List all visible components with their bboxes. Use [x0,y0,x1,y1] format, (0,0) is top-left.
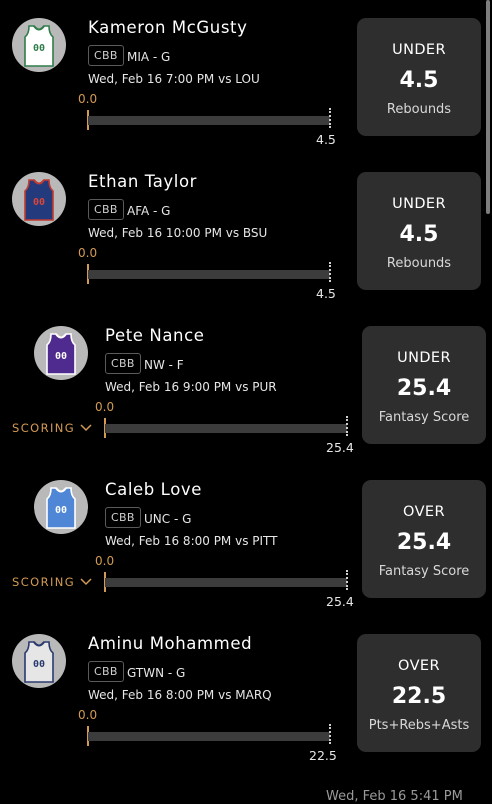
pick-line: 4.5 [399,68,439,93]
league-badge: CBB [105,353,141,374]
player-name: Pete Nance [105,326,205,345]
game-time: Wed, Feb 16 8:00 PM vs MARQ [88,688,272,702]
game-time: Wed, Feb 16 8:00 PM vs PITT [105,534,278,548]
pick-direction: UNDER [397,350,451,366]
player-name: Kameron McGusty [88,18,248,37]
team-position: NW - F [144,358,184,372]
progress-end-value: 22.5 [309,748,337,763]
svg-text:00: 00 [55,505,67,516]
progress-track [105,578,347,587]
player-avatar: 00 [12,18,66,72]
team-position: GTWN - G [127,666,186,680]
progress-line-marker [329,262,331,282]
league-badge: CBB [88,199,124,220]
pick-row[interactable]: 00 Caleb Love CBB UNC - G Wed, Feb 16 8:… [0,462,492,616]
scoring-label: SCORING [12,575,76,589]
progress-line-marker [329,724,331,744]
pick-direction: UNDER [392,196,446,212]
progress-track [105,424,347,433]
progress-line-marker [346,570,348,590]
league-badge: CBB [105,507,141,528]
progress-end-value: 4.5 [316,286,336,301]
player-name: Ethan Taylor [88,172,198,191]
pick-card[interactable]: UNDER 4.5 Rebounds [357,172,481,290]
chevron-down-icon [80,578,92,586]
progress-start-value: 0.0 [78,246,98,260]
player-avatar: 00 [12,634,66,688]
progress-track [88,116,330,125]
player-name: Aminu Mohammed [88,634,253,653]
player-avatar: 00 [34,480,88,534]
progress-end-value: 4.5 [316,132,336,147]
progress-line-marker [346,416,348,436]
progress-end-value: 25.4 [326,440,354,455]
svg-text:00: 00 [55,351,67,362]
team-position: AFA - G [127,204,171,218]
pick-row[interactable]: 00 Pete Nance CBB NW - F Wed, Feb 16 9:0… [0,308,492,462]
scrollbar[interactable] [486,0,490,214]
pick-row[interactable]: 00 Ethan Taylor CBB AFA - G Wed, Feb 16 … [0,154,492,308]
svg-text:00: 00 [33,659,45,670]
player-avatar: 00 [12,172,66,226]
pick-line: 25.4 [396,376,452,401]
pick-stat: Fantasy Score [378,410,470,425]
progress-end-value: 25.4 [326,594,354,609]
pick-row[interactable]: 00 Kameron McGusty CBB MIA - G Wed, Feb … [0,0,492,154]
progress-track [88,732,330,741]
game-time: Wed, Feb 16 7:00 PM vs LOU [88,72,260,86]
timestamp: Wed, Feb 16 5:41 PM [326,789,463,804]
player-avatar: 00 [34,326,88,380]
scoring-dropdown[interactable]: SCORING [12,575,92,589]
progress-start-value: 0.0 [95,554,115,568]
progress-start-value: 0.0 [78,708,98,722]
scoring-dropdown[interactable]: SCORING [12,421,92,435]
team-position: MIA - G [127,50,171,64]
pick-stat: Rebounds [386,256,452,271]
progress-start-value: 0.0 [95,400,115,414]
progress-start-value: 0.0 [78,92,98,106]
pick-card[interactable]: UNDER 4.5 Rebounds [357,18,481,136]
pick-card[interactable]: UNDER 25.4 Fantasy Score [362,326,486,444]
game-time: Wed, Feb 16 9:00 PM vs PUR [105,380,277,394]
team-position: UNC - G [144,512,192,526]
progress-line-marker [329,108,331,128]
pick-line: 25.4 [396,530,452,555]
svg-text:00: 00 [33,197,45,208]
pick-card[interactable]: OVER 25.4 Fantasy Score [362,480,486,598]
pick-line: 22.5 [391,684,447,709]
progress-track [88,270,330,279]
game-time: Wed, Feb 16 10:00 PM vs BSU [88,226,268,240]
league-badge: CBB [88,45,124,66]
pick-direction: OVER [398,658,440,674]
pick-stat: Fantasy Score [378,564,470,579]
player-name: Caleb Love [105,480,202,499]
pick-card[interactable]: OVER 22.5 Pts+Rebs+Asts [357,634,481,752]
pick-direction: OVER [403,504,445,520]
svg-text:00: 00 [33,43,45,54]
league-badge: CBB [88,661,124,682]
scoring-label: SCORING [12,421,76,435]
pick-direction: UNDER [392,42,446,58]
pick-line: 4.5 [399,222,439,247]
pick-stat: Rebounds [386,102,452,117]
pick-stat: Pts+Rebs+Asts [368,718,470,733]
chevron-down-icon [80,424,92,432]
pick-row[interactable]: 00 Aminu Mohammed CBB GTWN - G Wed, Feb … [0,616,492,770]
